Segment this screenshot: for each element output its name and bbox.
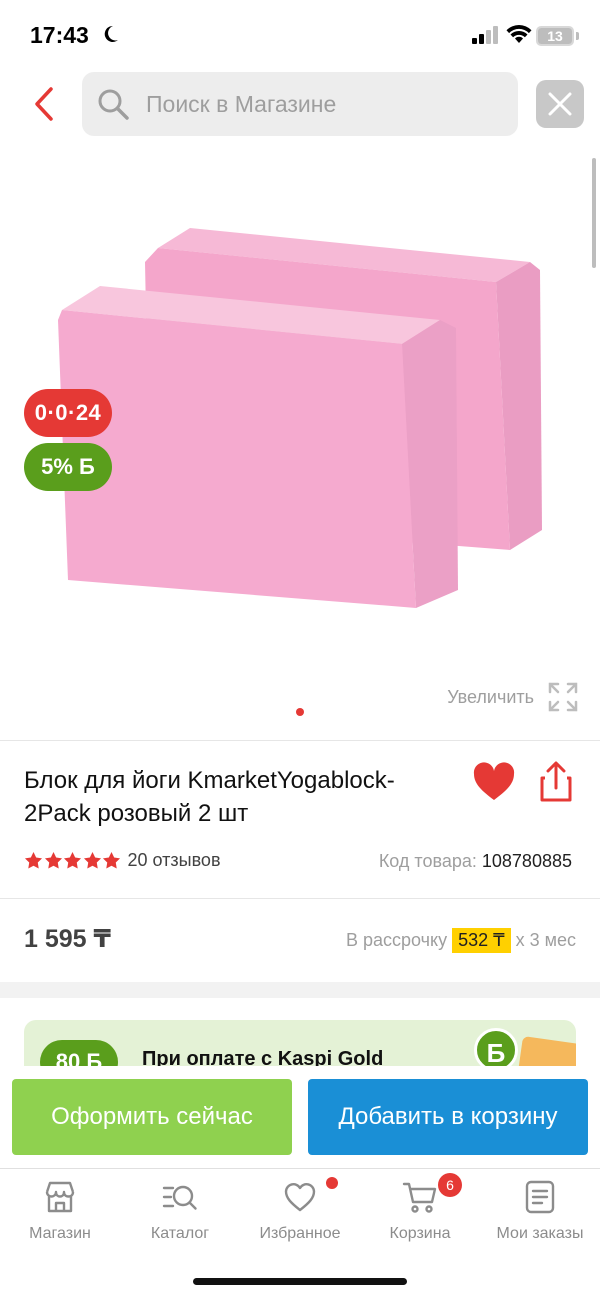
tab-favorites[interactable]: Избранное [240, 1177, 360, 1257]
kaspi-gold-promo[interactable]: 80 Б При оплате с Kaspi Gold Б [24, 1020, 576, 1066]
back-button[interactable] [24, 82, 64, 126]
reviews-link[interactable]: 20 отзывов [128, 850, 221, 871]
tab-label: Избранное [259, 1225, 341, 1242]
promo-bonus-badge: 80 Б [40, 1040, 118, 1066]
wifi-icon [506, 25, 532, 43]
divider [0, 898, 600, 899]
tab-cart[interactable]: 6 Корзина [360, 1173, 480, 1257]
header: Поиск в Магазине [0, 72, 600, 138]
action-bar: Оформить сейчас Добавить в корзину [0, 1066, 600, 1168]
share-button[interactable] [536, 760, 576, 804]
home-indicator[interactable] [193, 1278, 407, 1285]
catalog-search-icon [162, 1185, 197, 1210]
star-icon [83, 851, 101, 869]
divider [0, 740, 600, 741]
tab-label: Корзина [389, 1225, 451, 1242]
product-title: Блок для йоги KmarketYogablock-2Pack роз… [24, 767, 395, 827]
product-gallery[interactable]: 0·0·24 5% Б Увеличить [0, 150, 600, 730]
bonus-badge: 5% Б [24, 443, 112, 491]
installment-badge: 0·0·24 [24, 389, 112, 437]
product-sku: Код товара: 108780885 [379, 851, 572, 872]
card-illustration [517, 1036, 576, 1066]
search-icon [98, 89, 129, 120]
favorite-button[interactable] [472, 760, 516, 804]
installment-info[interactable]: В рассрочку 532 ₸ х 3 мес [346, 928, 576, 953]
battery-nub [576, 32, 579, 40]
rating-summary[interactable]: 20 отзывов [24, 850, 221, 871]
tab-label: Мои заказы [496, 1225, 584, 1242]
battery-indicator: 13 [536, 26, 574, 46]
cart-count-badge: 6 [438, 1173, 462, 1197]
installment-amount: 532 ₸ [452, 928, 511, 953]
promo-text: При оплате с Kaspi Gold [142, 1048, 384, 1066]
close-icon [548, 92, 572, 116]
zoom-button[interactable]: Увеличить [447, 682, 578, 712]
expand-icon [548, 682, 578, 712]
cart-icon [402, 1182, 437, 1213]
heart-outline-icon [284, 1183, 316, 1212]
share-icon [540, 761, 572, 802]
tab-label: Магазин [29, 1225, 91, 1242]
bonus-coin-icon: Б [474, 1028, 518, 1066]
tab-shop[interactable]: Магазин [0, 1179, 120, 1257]
rating-stars [24, 851, 122, 870]
chevron-left-icon [35, 87, 53, 121]
battery-level: 13 [538, 28, 572, 44]
installment-prefix: В рассрочку [345, 930, 448, 950]
section-separator [0, 982, 600, 998]
shop-icon [45, 1181, 75, 1213]
tab-catalog[interactable]: Каталог [120, 1179, 240, 1257]
add-to-cart-button[interactable]: Добавить в корзину [308, 1079, 588, 1155]
heart-icon [473, 762, 515, 800]
star-icon [102, 851, 121, 869]
sku-value: 108780885 [481, 851, 572, 871]
sku-label: Код товара: [378, 851, 477, 871]
favorites-notification-dot [326, 1177, 338, 1189]
checkout-now-button[interactable]: Оформить сейчас [12, 1079, 292, 1155]
star-icon [63, 851, 82, 869]
close-button[interactable] [536, 80, 584, 128]
tab-bar: Магазин Каталог Избранное 6 Корзина Мои … [0, 1168, 600, 1258]
status-bar: 17:43 13 [0, 0, 600, 72]
star-icon [24, 851, 43, 869]
tab-label: Каталог [150, 1225, 210, 1242]
moon-icon [104, 25, 118, 42]
installment-term: х 3 мес [515, 930, 576, 950]
orders-list-icon [525, 1180, 555, 1214]
tab-my-orders[interactable]: Мои заказы [480, 1179, 600, 1257]
star-icon [44, 851, 62, 869]
zoom-label: Увеличить [447, 686, 534, 707]
cellular-signal-icon [472, 26, 498, 44]
search-input[interactable]: Поиск в Магазине [82, 72, 518, 136]
status-time: 17:43 [30, 22, 89, 48]
product-price: 1 595 ₸ [24, 925, 111, 953]
gallery-page-dot[interactable] [296, 708, 304, 716]
scroll-indicator[interactable] [592, 158, 596, 268]
search-placeholder: Поиск в Магазине [146, 90, 337, 117]
